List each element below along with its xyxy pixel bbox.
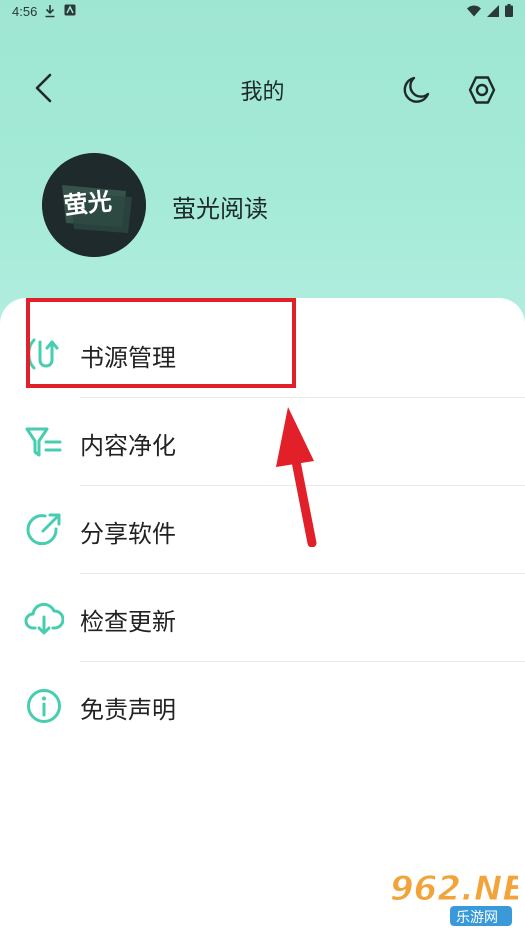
page-title: 我的 — [240, 80, 285, 105]
avatar[interactable]: 萤光 — [42, 153, 146, 257]
watermark-logo: 962.NET 乐游网 — [390, 869, 518, 926]
menu-label-disclaimer: 免责声明 — [80, 696, 176, 724]
highlight-box — [26, 298, 296, 388]
menu-label-check-update: 检查更新 — [80, 608, 176, 636]
cloud-download-icon — [24, 602, 64, 635]
signal-icon — [487, 4, 499, 17]
battery-icon — [505, 4, 513, 17]
watermark-brand: 962.NET — [390, 869, 518, 909]
status-time: 4:56 — [12, 4, 38, 19]
settings-button[interactable] — [464, 72, 500, 108]
menu-label-share: 分享软件 — [80, 520, 176, 548]
menu-item-share[interactable]: 分享软件 — [0, 486, 525, 574]
menu-label-content-filter: 内容净化 — [80, 432, 176, 460]
app-logo: 萤光 — [42, 153, 146, 257]
night-mode-button[interactable] — [398, 72, 434, 108]
status-bar: 4:56 — [0, 0, 525, 24]
top-bar: 我的 — [0, 60, 525, 116]
watermark-sub: 乐游网 — [456, 910, 498, 926]
red-arrow — [276, 407, 317, 547]
info-icon — [27, 689, 61, 723]
app-name: 萤光阅读 — [172, 195, 268, 223]
filter-icon — [25, 427, 62, 457]
avatar-text: 萤光 — [62, 187, 113, 220]
menu-card: 书源管理 内容净化 分享软件 检查更新 免责声明 — [0, 298, 525, 938]
notification-icon — [64, 4, 76, 16]
menu-item-content-filter[interactable]: 内容净化 — [0, 398, 525, 486]
download-icon — [45, 5, 55, 18]
gear-icon — [468, 76, 496, 104]
menu-item-disclaimer[interactable]: 免责声明 — [0, 662, 525, 750]
share-icon — [26, 513, 61, 546]
wifi-icon — [467, 5, 481, 16]
menu-item-check-update[interactable]: 检查更新 — [0, 574, 525, 662]
moon-icon — [403, 76, 430, 103]
